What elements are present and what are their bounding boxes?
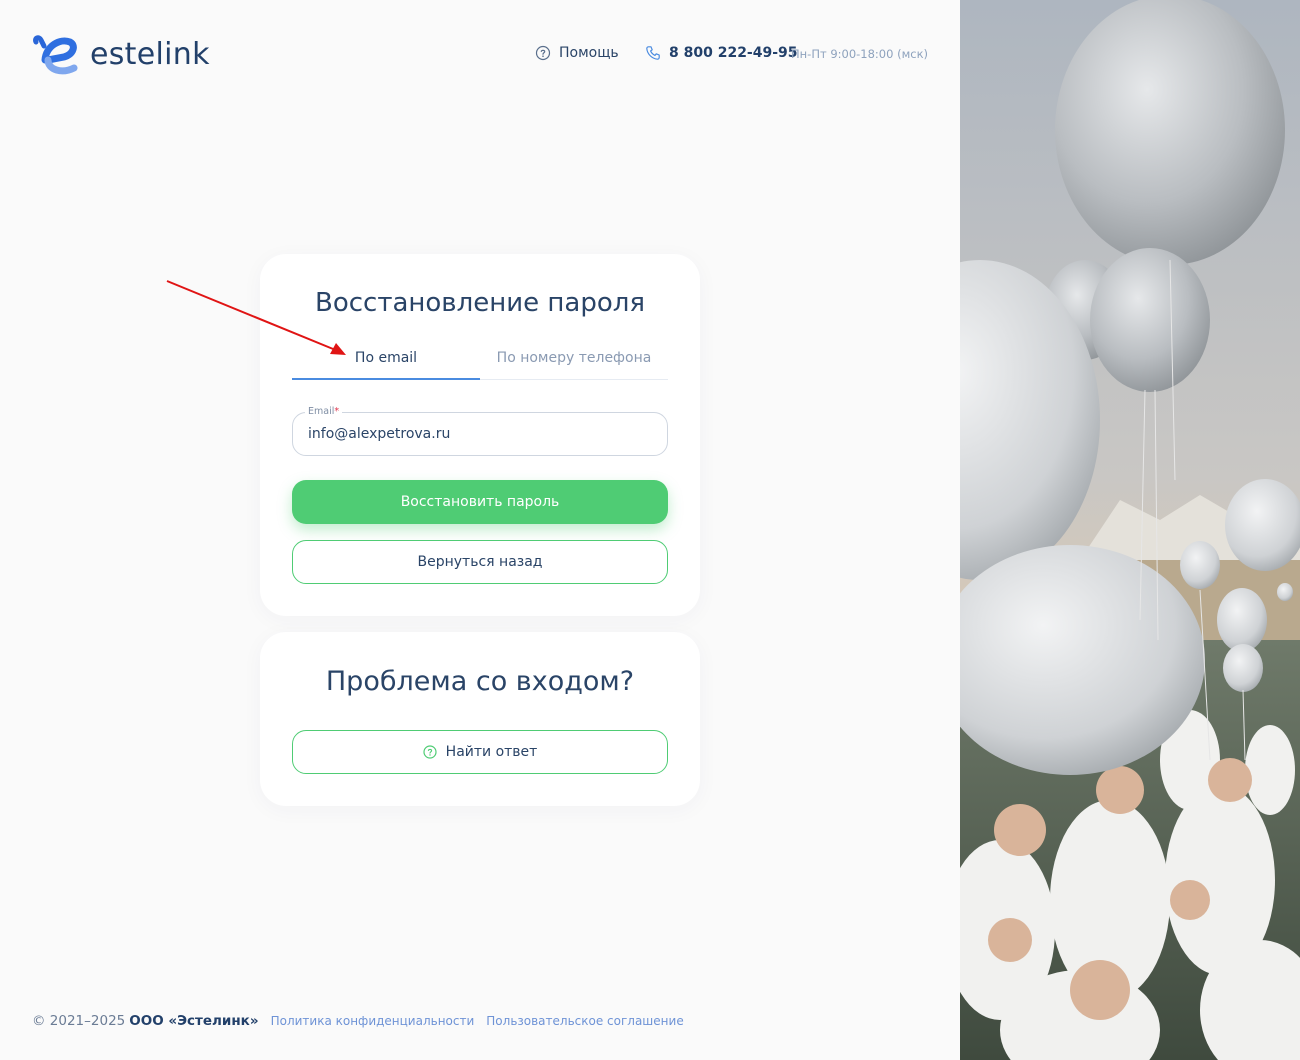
main-panel: estelink Помощь 8 800 222-49-95 Пн-Пт 9:… (0, 0, 960, 1060)
problem-title: Проблема со входом? (325, 666, 635, 697)
login-problem-card: Проблема со входом? Найти ответ (260, 632, 700, 806)
phone-number-link[interactable]: 8 800 222-49-95 (669, 45, 798, 61)
find-answer-label: Найти ответ (445, 744, 538, 760)
logo-mark-icon (32, 32, 78, 76)
required-mark: * (334, 406, 340, 417)
phone-icon (646, 46, 660, 60)
hero-photo (960, 0, 1300, 1060)
help-link[interactable]: Помощь (535, 45, 619, 61)
footer: © 2021–2025 ООО «Эстелинк» Политика конф… (32, 1013, 684, 1029)
working-hours: Пн-Пт 9:00-18:00 (мск) (791, 47, 929, 61)
annotation-arrow (166, 280, 346, 355)
email-field[interactable] (293, 413, 667, 455)
tab-by-phone[interactable]: По номеру телефона (480, 340, 668, 379)
balloons-crowd-image (960, 0, 1300, 1060)
privacy-policy-link[interactable]: Политика конфиденциальности (271, 1014, 475, 1028)
logo[interactable]: estelink (32, 32, 210, 76)
company-name: ООО «Эстелинк» (129, 1013, 259, 1029)
question-circle-icon (423, 745, 437, 759)
help-circle-icon (535, 45, 551, 61)
terms-link[interactable]: Пользовательское соглашение (486, 1014, 683, 1028)
find-answer-button[interactable]: Найти ответ (292, 730, 668, 774)
back-button[interactable]: Вернуться назад (292, 540, 668, 584)
logo-text: estelink (90, 36, 210, 72)
restore-password-button[interactable]: Восстановить пароль (292, 480, 668, 524)
email-field-label: Email* (305, 406, 343, 417)
email-field-wrapper: Email* (292, 406, 668, 456)
help-label: Помощь (559, 45, 619, 61)
copyright: © 2021–2025 (32, 1013, 126, 1029)
